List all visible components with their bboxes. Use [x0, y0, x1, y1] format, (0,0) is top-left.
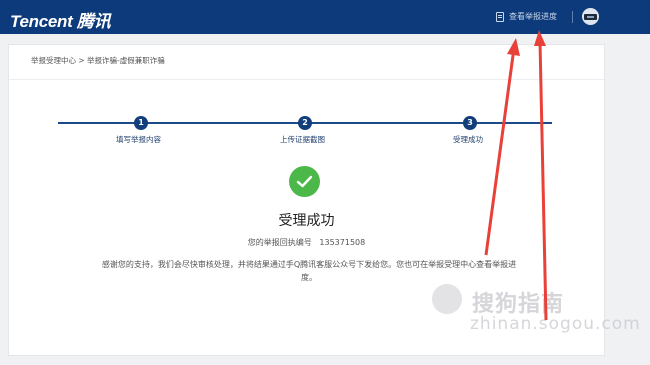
- red-arrow-2-shaft: [538, 41, 548, 321]
- red-arrow-2-head: [534, 30, 546, 46]
- red-arrow-1-shaft: [484, 47, 516, 256]
- red-arrow-1-head: [507, 38, 520, 56]
- annotation-arrows: [484, 30, 548, 321]
